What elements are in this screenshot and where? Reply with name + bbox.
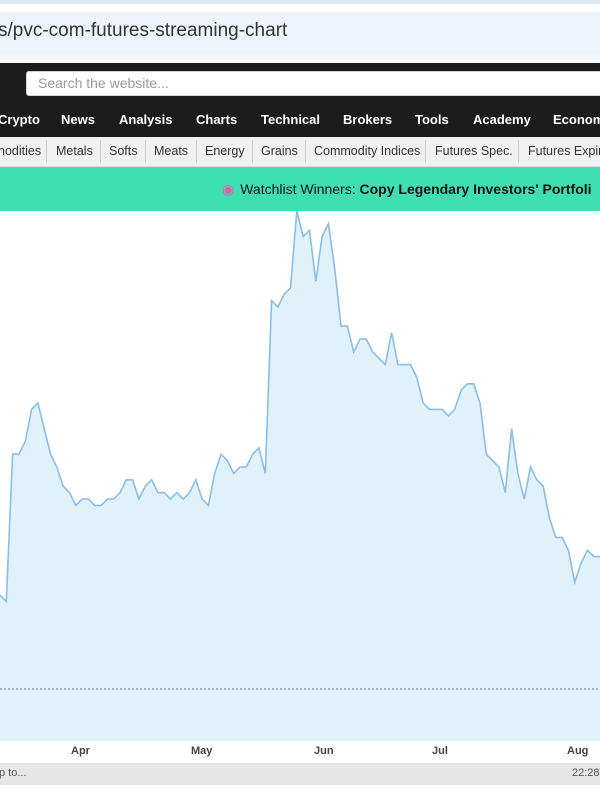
banner-cta-link[interactable]: Copy Legendary Investors' Portfoli bbox=[360, 181, 592, 197]
banner-content[interactable]: ◉ Watchlist Winners: Copy Legendary Inves… bbox=[222, 167, 592, 211]
subnav-softs[interactable]: Softs bbox=[109, 137, 138, 166]
top-band bbox=[0, 0, 600, 4]
promo-banner[interactable]: ◉ Watchlist Winners: Copy Legendary Inves… bbox=[0, 167, 600, 211]
x-tick-label: Jul bbox=[432, 745, 448, 757]
subnav-grains[interactable]: Grains bbox=[261, 137, 298, 166]
divider bbox=[100, 140, 101, 163]
subnav-meats[interactable]: Meats bbox=[154, 137, 188, 166]
divider bbox=[196, 140, 197, 163]
nav-crypto[interactable]: Crypto bbox=[0, 103, 40, 137]
nav-technical[interactable]: Technical bbox=[261, 103, 320, 137]
status-time: 22:28 bbox=[572, 767, 600, 779]
main-nav: Crypto News Analysis Charts Technical Br… bbox=[0, 103, 600, 137]
subnav-metals[interactable]: Metals bbox=[56, 137, 93, 166]
divider bbox=[305, 140, 306, 163]
subnav-futures-spec[interactable]: Futures Spec. bbox=[435, 137, 513, 166]
subnav-energy[interactable]: Energy bbox=[205, 137, 245, 166]
nav-charts[interactable]: Charts bbox=[196, 103, 237, 137]
chart-svg[interactable] bbox=[0, 211, 600, 741]
banner-label: Watchlist Winners: bbox=[240, 181, 356, 197]
nav-analysis[interactable]: Analysis bbox=[119, 103, 172, 137]
brain-icon: ◉ bbox=[222, 181, 235, 197]
nav-academy[interactable]: Academy bbox=[473, 103, 531, 137]
x-tick-label: May bbox=[191, 745, 213, 757]
area-fill bbox=[0, 211, 600, 741]
status-text: p to... bbox=[0, 767, 27, 779]
subnav-futures-expiration[interactable]: Futures Expir bbox=[528, 137, 600, 166]
search-input[interactable]: Search the website... bbox=[26, 71, 600, 96]
status-bar: p to... 22:28 bbox=[0, 763, 600, 785]
spacer bbox=[0, 54, 600, 63]
sub-nav: nodities Metals Softs Meats Energy Grain… bbox=[0, 137, 600, 167]
x-axis: Apr May Jun Jul Aug bbox=[0, 741, 600, 763]
nav-economy[interactable]: Econom bbox=[553, 103, 600, 137]
nav-brokers[interactable]: Brokers bbox=[343, 103, 392, 137]
x-tick-label: Aug bbox=[567, 745, 589, 757]
x-tick-label: Jun bbox=[314, 745, 334, 757]
divider bbox=[46, 140, 47, 163]
x-tick-label: Apr bbox=[71, 745, 90, 757]
address-bar[interactable]: s/pvc-com-futures-streaming-chart bbox=[0, 12, 600, 54]
nav-tools[interactable]: Tools bbox=[415, 103, 449, 137]
price-chart[interactable] bbox=[0, 211, 600, 741]
divider bbox=[425, 140, 426, 163]
divider bbox=[518, 140, 519, 163]
bottom-band bbox=[0, 785, 600, 800]
subnav-commodities[interactable]: nodities bbox=[0, 137, 41, 166]
subnav-commodity-indices[interactable]: Commodity Indices bbox=[314, 137, 420, 166]
divider bbox=[145, 140, 146, 163]
site-header: Search the website... bbox=[0, 63, 600, 103]
divider bbox=[252, 140, 253, 163]
url-text[interactable]: s/pvc-com-futures-streaming-chart bbox=[0, 20, 287, 42]
nav-news[interactable]: News bbox=[61, 103, 95, 137]
